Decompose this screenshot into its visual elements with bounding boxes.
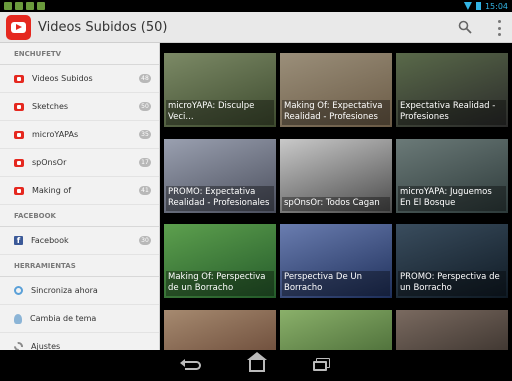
page-title: Videos Subidos (50) (38, 19, 168, 35)
system-nav-bar (0, 350, 512, 381)
count-badge: 50 (139, 102, 151, 111)
recent-apps-icon[interactable] (313, 360, 327, 371)
status-time: 15:04 (484, 1, 508, 11)
sidebar-item-label: Making of (32, 186, 72, 195)
section-header-herramientas: HERRAMIENTAS (0, 255, 159, 277)
sidebar-item-label: Cambia de tema (30, 314, 97, 323)
sidebar-item-ajustes[interactable]: Ajustes (0, 333, 159, 350)
bulb-icon (14, 313, 22, 324)
video-title: PROMO: Perspectiva de un Borracho (398, 271, 506, 296)
video-title: Perspectiva De Un Borracho (282, 271, 390, 296)
video-title: spOnsOr: Todos Cagan (282, 197, 390, 211)
sync-icon (14, 286, 23, 295)
action-bar: Videos Subidos (50) (0, 12, 512, 43)
home-icon[interactable] (247, 351, 267, 372)
sidebar-item-videos-subidos[interactable]: Videos Subidos 48 (0, 65, 159, 93)
video-title: Expectativa Realidad - Profesiones (398, 100, 506, 125)
video-title: microYAPA: Disculpe Veci... (166, 100, 274, 125)
youtube-icon (14, 74, 24, 83)
notification-icon (26, 2, 34, 10)
video-grid: microYAPA: Disculpe Veci... Making Of: E… (160, 43, 512, 350)
youtube-icon (14, 186, 24, 195)
youtube-icon (14, 158, 24, 167)
search-icon[interactable] (458, 20, 472, 34)
sidebar-item-label: Sketches (32, 102, 69, 111)
youtube-icon (14, 102, 24, 111)
video-tile[interactable] (396, 310, 508, 350)
video-title: PROMO: Expectativa Realidad - Profesiona… (166, 186, 274, 211)
sidebar-item-label: spOnsOr (32, 158, 67, 167)
sidebar-item-cambia-de-tema[interactable]: Cambia de tema (0, 305, 159, 333)
video-thumbnail (280, 310, 392, 350)
video-tile[interactable]: Making Of: Perspectiva de un Borracho (164, 224, 276, 298)
video-tile[interactable]: microYAPA: Juguemos En El Bosque (396, 139, 508, 213)
video-thumbnail (164, 310, 276, 350)
section-header-enchufetv: ENCHUFETV (0, 43, 159, 65)
video-tile[interactable]: Making Of: Expectativa Realidad - Profes… (280, 53, 392, 127)
sidebar-item-label: Videos Subidos (32, 74, 93, 83)
video-tile[interactable] (280, 310, 392, 350)
youtube-logo-icon[interactable] (6, 14, 31, 40)
sidebar-item-facebook[interactable]: f Facebook 30 (0, 227, 159, 255)
sidebar-item-sketches[interactable]: Sketches 50 (0, 93, 159, 121)
sidebar-item-sincroniza-ahora[interactable]: Sincroniza ahora (0, 277, 159, 305)
video-title: Making Of: Expectativa Realidad - Profes… (282, 100, 390, 125)
video-tile[interactable]: microYAPA: Disculpe Veci... (164, 53, 276, 127)
sidebar-item-label: Sincroniza ahora (31, 286, 98, 295)
video-tile[interactable]: Perspectiva De Un Borracho (280, 224, 392, 298)
sidebar-item-sponsor[interactable]: spOnsOr 17 (0, 149, 159, 177)
section-header-facebook: FACEBOOK (0, 205, 159, 227)
sidebar-item-label: Ajustes (31, 342, 61, 350)
sidebar-item-label: microYAPAs (32, 130, 79, 139)
video-thumbnail (396, 310, 508, 350)
video-title: Making Of: Perspectiva de un Borracho (166, 271, 274, 296)
video-tile[interactable]: spOnsOr: Todos Cagan (280, 139, 392, 213)
youtube-icon (14, 130, 24, 139)
settings-icon (14, 342, 23, 350)
facebook-icon: f (14, 236, 23, 245)
notification-icon (4, 2, 12, 10)
video-title: microYAPA: Juguemos En El Bosque (398, 186, 506, 211)
notification-icon (37, 2, 45, 10)
count-badge: 48 (139, 74, 151, 83)
wifi-icon (463, 2, 472, 10)
count-badge: 17 (139, 158, 151, 167)
count-badge: 30 (139, 236, 151, 245)
video-tile[interactable]: PROMO: Expectativa Realidad - Profesiona… (164, 139, 276, 213)
video-tile[interactable]: Expectativa Realidad - Profesiones (396, 53, 508, 127)
status-bar: 15:04 (0, 0, 512, 12)
video-tile[interactable] (164, 310, 276, 350)
video-tile[interactable]: PROMO: Perspectiva de un Borracho (396, 224, 508, 298)
notification-icon (15, 2, 23, 10)
overflow-menu-icon[interactable] (496, 20, 502, 36)
notification-icons (4, 2, 45, 10)
battery-icon (475, 2, 481, 10)
count-badge: 41 (139, 186, 151, 195)
navigation-drawer: ENCHUFETV Videos Subidos 48 Sketches 50 … (0, 43, 160, 350)
sidebar-item-making-of[interactable]: Making of 41 (0, 177, 159, 205)
sidebar-item-label: Facebook (31, 236, 69, 245)
count-badge: 35 (139, 130, 151, 139)
sidebar-item-microyapas[interactable]: microYAPAs 35 (0, 121, 159, 149)
back-icon[interactable] (180, 359, 201, 370)
